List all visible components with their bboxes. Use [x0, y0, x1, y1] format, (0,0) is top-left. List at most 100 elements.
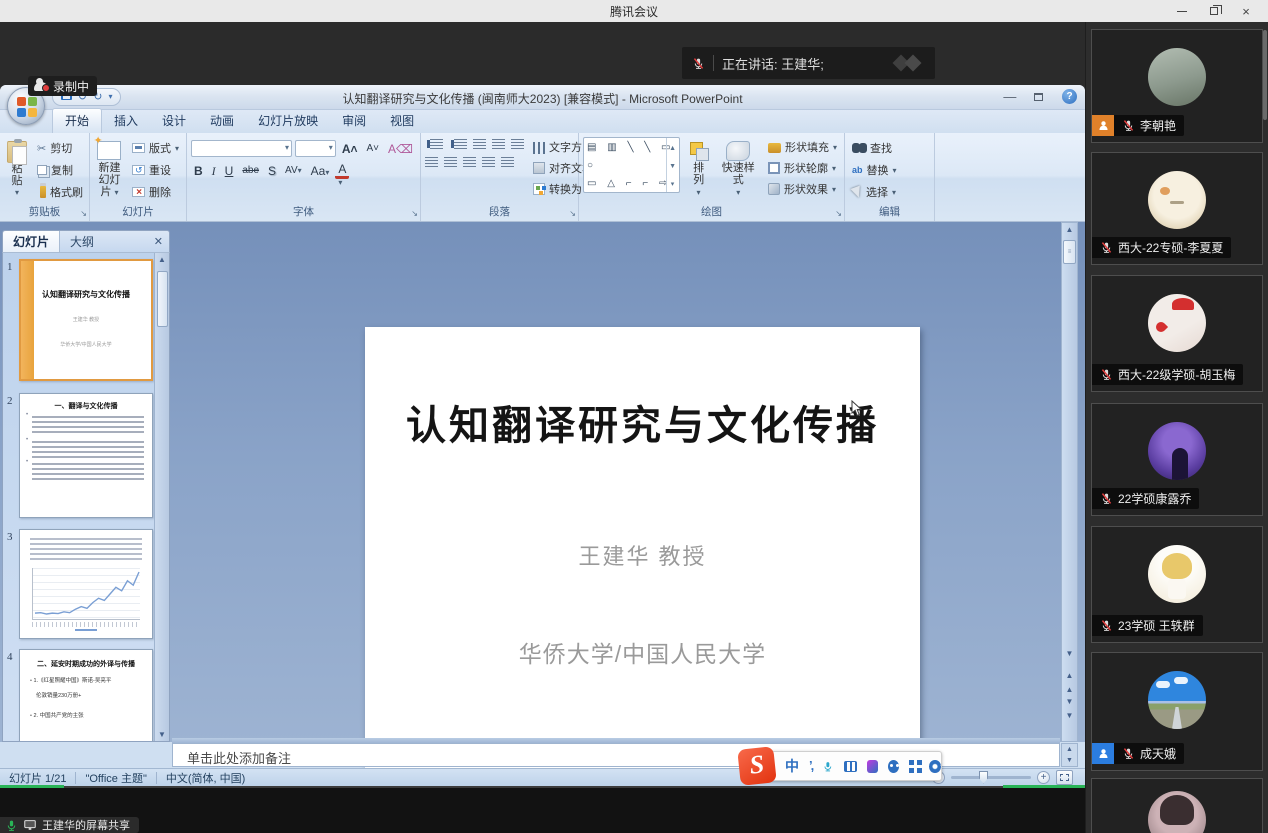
numbering-icon[interactable]	[454, 139, 467, 149]
participant-tile[interactable]: 西大-22专硕-李夏夏	[1091, 152, 1263, 265]
zoom-slider[interactable]	[951, 776, 1031, 779]
shape-fill-button[interactable]: 形状填充▾	[765, 138, 840, 156]
replace-button[interactable]: ab替换▾	[849, 161, 900, 179]
tab-outline-panel[interactable]: 大纲	[60, 231, 104, 253]
shadow-button[interactable]: S	[265, 163, 279, 179]
new-slide-button[interactable]: 新建幻灯片 ▾	[94, 137, 125, 203]
editor-scrollbar[interactable]: ▲ ≡ ▼ ▲▲ ▼▼	[1061, 222, 1078, 742]
slide-thumbnail-4[interactable]: 4 二、延安时期成功的外译与传播 1.《红星照耀中国》斯诺-吴亮平 伦敦销量23…	[7, 649, 153, 742]
scrollbar-thumb[interactable]: ≡	[1063, 240, 1076, 264]
restore-button[interactable]	[1198, 0, 1230, 22]
italic-button[interactable]: I	[209, 163, 219, 179]
slide-author[interactable]: 王建华 教授	[365, 539, 920, 571]
dialog-launcher-icon[interactable]: ↘	[569, 209, 576, 218]
shrink-font-button[interactable]: A˅	[364, 141, 383, 157]
line-spacing-icon[interactable]	[511, 139, 524, 149]
participant-tile[interactable]: 李朝艳	[1091, 29, 1263, 143]
clear-formatting-button[interactable]: A⌫	[385, 141, 416, 157]
align-center-icon[interactable]	[444, 157, 457, 167]
close-button[interactable]: ×	[1230, 0, 1262, 22]
ppt-titlebar[interactable]: 认知翻译研究与文化传播 (闽南师大2023) [兼容模式] - Microsof…	[0, 85, 1085, 110]
bold-button[interactable]: B	[191, 163, 206, 179]
scroll-up-icon[interactable]: ▲	[155, 255, 169, 264]
ime-emoji-icon[interactable]	[888, 760, 899, 773]
tab-slideshow[interactable]: 幻灯片放映	[246, 109, 330, 133]
character-spacing-button[interactable]: AV▾	[282, 163, 305, 179]
participant-tile[interactable]: 成天娥	[1091, 652, 1263, 771]
select-button[interactable]: 选择▾	[849, 183, 900, 201]
font-name-select[interactable]	[191, 140, 292, 157]
scroll-down-icon[interactable]: ▼	[1062, 647, 1077, 661]
ime-punctuation-button[interactable]: ’,	[809, 752, 812, 780]
underline-button[interactable]: U	[222, 163, 237, 179]
cut-button[interactable]: ✂剪切	[34, 139, 86, 157]
shape-outline-button[interactable]: 形状轮廓▾	[765, 159, 840, 177]
sidebar-scrollbar[interactable]	[1263, 30, 1267, 120]
language-indicator[interactable]: 中文(简体, 中国)	[157, 770, 254, 786]
tab-home[interactable]: 开始	[52, 108, 102, 133]
tab-review[interactable]: 审阅	[330, 109, 378, 133]
scroll-down-icon[interactable]: ▼	[155, 730, 169, 739]
tab-insert[interactable]: 插入	[102, 109, 150, 133]
ime-skin-icon[interactable]	[867, 760, 878, 773]
reset-button[interactable]: 重设	[129, 161, 182, 179]
delete-slide-button[interactable]: 删除	[129, 183, 182, 201]
shape-effects-button[interactable]: 形状效果▾	[765, 180, 840, 198]
fit-to-window-button[interactable]	[1056, 770, 1073, 785]
participant-tile[interactable]: 23学硕 王轶群	[1091, 526, 1263, 643]
slide-thumbnail-1[interactable]: 1 认知翻译研究与文化传播 王建华 教授 华侨大学/中国人民大学	[7, 259, 153, 383]
copy-button[interactable]: 复制	[34, 161, 86, 179]
slide-canvas[interactable]: 认知翻译研究与文化传播 王建华 教授 华侨大学/中国人民大学	[365, 327, 920, 801]
justify-icon[interactable]	[482, 157, 495, 167]
ime-settings-icon[interactable]	[929, 760, 941, 773]
slide-thumbnail-3[interactable]: 3	[7, 529, 153, 641]
theme-indicator[interactable]: "Office 主题"	[76, 770, 155, 786]
ime-keyboard-icon[interactable]	[844, 761, 857, 772]
ppt-maximize-button[interactable]	[1034, 89, 1043, 105]
dialog-launcher-icon[interactable]: ↘	[411, 209, 418, 218]
paste-button[interactable]: 粘贴 ▾	[4, 137, 30, 203]
participant-tile[interactable]	[1091, 778, 1263, 833]
notes-placeholder[interactable]: 单击此处添加备注	[187, 748, 291, 767]
slide-indicator[interactable]: 幻灯片 1/21	[0, 770, 75, 786]
ime-voice-icon[interactable]	[822, 759, 834, 774]
tab-view[interactable]: 视图	[378, 109, 426, 133]
notes-scrollbar[interactable]: ▲▼	[1061, 743, 1078, 767]
help-icon[interactable]: ?	[1062, 89, 1077, 104]
format-painter-button[interactable]: 格式刷	[34, 183, 86, 201]
strikethrough-button[interactable]: abe	[239, 163, 262, 179]
panel-close-icon[interactable]: ✕	[154, 235, 163, 248]
arrange-button[interactable]: 排列▾	[686, 137, 712, 203]
increase-indent-icon[interactable]	[492, 139, 505, 149]
dialog-launcher-icon[interactable]: ↘	[80, 209, 87, 218]
zoom-in-button[interactable]: +	[1037, 771, 1050, 784]
font-color-button[interactable]: A▾	[335, 163, 349, 179]
previous-slide-button[interactable]: ▲▲	[1062, 669, 1077, 697]
shapes-gallery[interactable]: ▤ ▥ ╲ ╲ ▭ ○ ▭ △ ⌐ ⌐ ⇨ ⇩ ◇ ◠ ⌒ ~ { } ▲▼▾	[583, 137, 680, 193]
quick-styles-button[interactable]: 快速样式▾	[718, 137, 759, 203]
align-right-icon[interactable]	[463, 157, 476, 167]
minimize-button[interactable]	[1166, 0, 1198, 22]
columns-icon[interactable]	[501, 157, 514, 167]
tab-animations[interactable]: 动画	[198, 109, 246, 133]
slide-affiliation[interactable]: 华侨大学/中国人民大学	[365, 635, 920, 669]
dialog-launcher-icon[interactable]: ↘	[835, 209, 842, 218]
scroll-up-icon[interactable]: ▲	[1062, 223, 1077, 237]
zoom-slider-handle[interactable]	[979, 771, 988, 784]
ime-toolbox-icon[interactable]	[909, 760, 920, 773]
layout-button[interactable]: 版式▾	[129, 139, 182, 157]
scrollbar-thumb[interactable]	[157, 271, 168, 327]
align-left-icon[interactable]	[425, 157, 438, 167]
grow-font-button[interactable]: A˄	[339, 141, 361, 157]
ime-mode-button[interactable]: 中	[785, 752, 799, 780]
find-button[interactable]: 查找	[849, 139, 900, 157]
decrease-indent-icon[interactable]	[473, 139, 486, 149]
bullets-icon[interactable]	[430, 139, 443, 149]
tab-slides-panel[interactable]: 幻灯片	[3, 231, 60, 253]
next-slide-button[interactable]: ▼▼	[1062, 695, 1077, 723]
ppt-minimize-button[interactable]: —	[1003, 89, 1016, 105]
slide-title[interactable]: 认知翻译研究与文化传播	[365, 393, 920, 451]
font-size-select[interactable]	[295, 140, 336, 157]
sogou-logo-icon[interactable]: S	[737, 746, 777, 786]
slide-thumbnail-2[interactable]: 2 一、翻译与文化传播	[7, 393, 153, 520]
